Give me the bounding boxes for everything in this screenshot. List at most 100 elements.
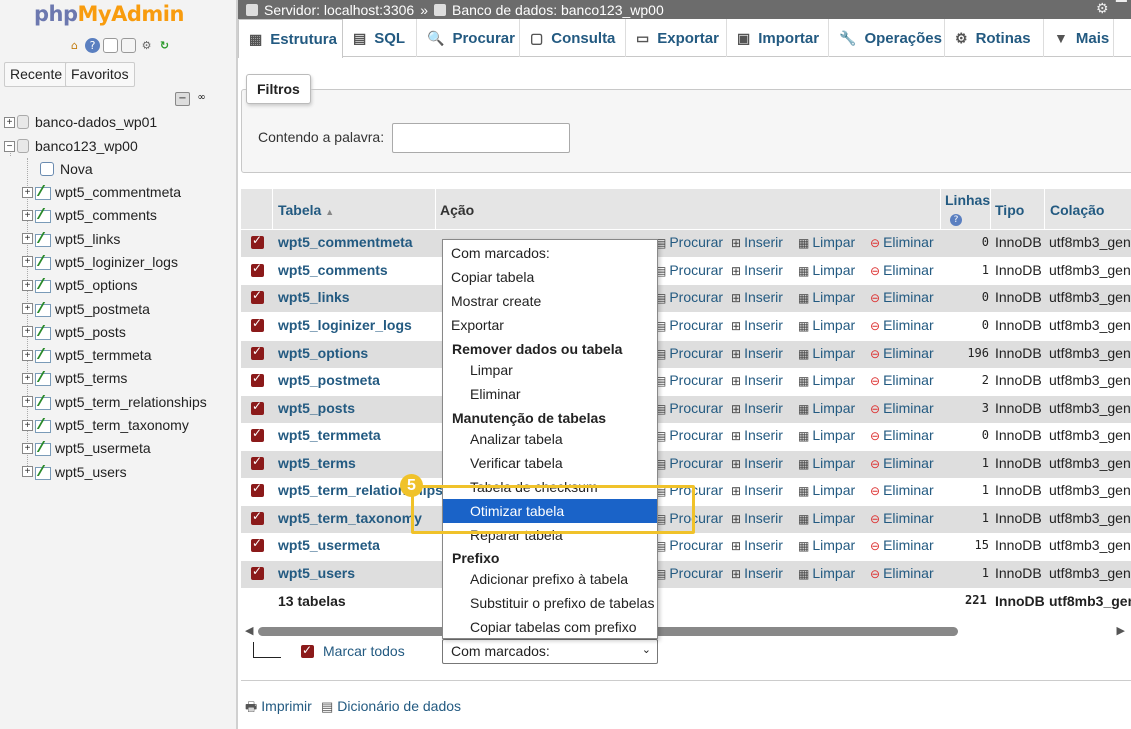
dropdown-option[interactable]: Eliminar [443,382,657,406]
row-checkbox[interactable] [251,426,264,442]
scroll-right-icon[interactable]: ▶ [1117,624,1125,637]
horizontal-scrollbar[interactable]: ◀ ▶ [241,624,1131,638]
docs-icon[interactable] [103,38,118,53]
tab-rotinas[interactable]: ⚙ Rotinas [945,19,1044,57]
drop-action[interactable]: ⊖ Eliminar [870,510,934,526]
row-checkbox[interactable] [251,536,264,552]
nav-table-item[interactable]: + wpt5_commentmeta [22,181,181,203]
empty-action[interactable]: ▦ Limpar [798,455,855,471]
expand-icon[interactable]: + [22,349,33,361]
table-name-link[interactable]: wpt5_postmeta [278,372,380,388]
browse-action[interactable]: ▤ Procurar [655,400,723,416]
browse-action[interactable]: ▤ Procurar [655,317,723,333]
browse-action[interactable]: ▤ Procurar [655,345,723,361]
collapse-all-icon[interactable]: − [175,92,190,106]
empty-action[interactable]: ▦ Limpar [798,400,855,416]
drop-action[interactable]: ⊖ Eliminar [870,345,934,361]
reload-icon[interactable]: ↻ [157,38,172,53]
empty-action[interactable]: ▦ Limpar [798,345,855,361]
new-table-link[interactable]: Nova [40,158,93,180]
recent-button[interactable]: Recente [4,62,69,87]
row-checkbox[interactable] [251,288,264,304]
empty-action[interactable]: ▦ Limpar [798,234,855,250]
dropdown-option[interactable]: Analizar tabela [443,427,657,451]
insert-action[interactable]: ⊞ Inserir [731,427,783,443]
home-icon[interactable]: ⌂ [67,38,82,53]
insert-action[interactable]: ⊞ Inserir [731,262,783,278]
dropdown-option[interactable]: Exportar [443,313,657,337]
drop-action[interactable]: ⊖ Eliminar [870,317,934,333]
drop-action[interactable]: ⊖ Eliminar [870,289,934,305]
empty-action[interactable]: ▦ Limpar [798,565,855,581]
phpmyadmin-logo[interactable]: phpMyAdmin [34,2,184,26]
browse-action[interactable]: ▤ Procurar [655,234,723,250]
table-name-link[interactable]: wpt5_users [278,565,355,581]
expand-icon[interactable]: + [22,372,33,384]
expand-icon[interactable]: + [22,256,33,268]
empty-action[interactable]: ▦ Limpar [798,372,855,388]
row-checkbox[interactable] [251,564,264,580]
dropdown-option[interactable]: Copiar tabela [443,265,657,289]
nav-table-item[interactable]: + wpt5_terms [22,367,127,389]
drop-action[interactable]: ⊖ Eliminar [870,455,934,471]
empty-action[interactable]: ▦ Limpar [798,482,855,498]
dropdown-option[interactable]: Com marcados: [443,241,657,265]
browse-action[interactable]: ▤ Procurar [655,262,723,278]
insert-action[interactable]: ⊞ Inserir [731,510,783,526]
print-link[interactable]: 🖶 Imprimir [245,698,312,720]
insert-action[interactable]: ⊞ Inserir [731,234,783,250]
drop-action[interactable]: ⊖ Eliminar [870,427,934,443]
drop-action[interactable]: ⊖ Eliminar [870,262,934,278]
dropdown-option[interactable]: Adicionar prefixo à tabela [443,567,657,591]
breadcrumb-server[interactable]: Servidor: localhost:3306 [264,2,414,18]
dropdown-option[interactable]: Limpar [443,358,657,382]
help-icon[interactable]: ? [85,38,100,53]
browse-action[interactable]: ▤ Procurar [655,427,723,443]
drop-action[interactable]: ⊖ Eliminar [870,482,934,498]
dropdown-option[interactable]: Verificar tabela [443,451,657,475]
empty-action[interactable]: ▦ Limpar [798,262,855,278]
table-name-link[interactable]: wpt5_termmeta [278,427,381,443]
row-checkbox[interactable] [251,454,264,470]
help-icon[interactable]: ? [950,214,962,226]
expand-icon[interactable]: + [22,233,33,245]
check-all-label[interactable]: Marcar todos [323,643,405,659]
breadcrumb-database[interactable]: Banco de dados: banco123_wp00 [452,2,664,18]
table-name-link[interactable]: wpt5_options [278,345,368,361]
row-checkbox[interactable] [251,233,264,249]
table-name-link[interactable]: wpt5_comments [278,262,388,278]
table-name-link[interactable]: wpt5_term_taxonomy [278,510,422,526]
header-linhas[interactable]: Linhas [945,192,990,208]
tab-procurar[interactable]: 🔍 Procurar [417,19,520,57]
nav-table-item[interactable]: + wpt5_users [22,461,127,483]
expand-icon[interactable]: + [4,116,15,128]
row-checkbox[interactable] [251,344,264,360]
dropdown-option[interactable]: Copiar tabelas com prefixo [443,615,657,639]
expand-icon[interactable]: + [22,396,33,408]
nav-table-item[interactable]: + wpt5_term_taxonomy [22,414,189,436]
expand-icon[interactable]: + [22,442,33,454]
table-name-link[interactable]: wpt5_terms [278,455,356,471]
collapse-top-icon[interactable]: ▔ [1116,0,1127,17]
expand-icon[interactable]: + [22,466,33,478]
table-name-link[interactable]: wpt5_loginizer_logs [278,317,412,333]
insert-action[interactable]: ⊞ Inserir [731,317,783,333]
row-checkbox[interactable] [251,316,264,332]
nav-table-item[interactable]: + wpt5_links [22,228,120,250]
expand-icon[interactable]: + [22,209,33,221]
link-icon[interactable]: ∞ [194,92,209,106]
drop-action[interactable]: ⊖ Eliminar [870,537,934,553]
nav-table-item[interactable]: + wpt5_comments [22,204,157,226]
expand-icon[interactable]: + [22,186,33,198]
nav-table-item[interactable]: + wpt5_termmeta [22,344,151,366]
expand-icon[interactable]: + [22,326,33,338]
insert-action[interactable]: ⊞ Inserir [731,482,783,498]
tab-operacoes[interactable]: 🔧 Operações [829,19,945,57]
expand-icon[interactable]: + [22,303,33,314]
tab-consulta[interactable]: ▢ Consulta [520,19,626,57]
nav-table-item[interactable]: + wpt5_options [22,274,138,296]
drop-action[interactable]: ⊖ Eliminar [870,234,934,250]
table-name-link[interactable]: wpt5_usermeta [278,537,380,553]
check-all-checkbox[interactable]: ✓ [301,644,314,658]
tab-importar[interactable]: ▣ Importar [727,19,829,57]
